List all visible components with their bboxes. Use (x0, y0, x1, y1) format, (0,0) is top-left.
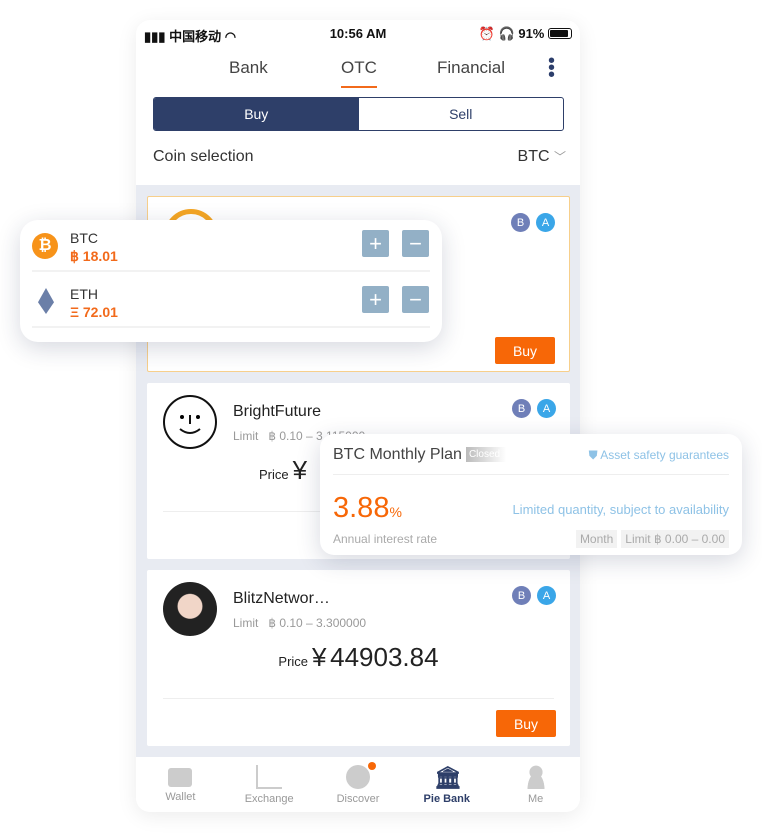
plan-card[interactable]: BTC Monthly Plan Closed ⛊ Asset safety gu… (320, 434, 742, 555)
status-badge: Closed (465, 447, 507, 462)
buy-button[interactable]: Buy (496, 710, 556, 737)
notification-dot (367, 762, 376, 770)
badge-b: B (512, 586, 531, 605)
more-icon[interactable]: • • • (548, 51, 555, 85)
compass-icon (345, 762, 376, 789)
buy-button[interactable]: Buy (495, 337, 555, 364)
balance-popup: ₿ BTC ฿ 18.01 + − ETH Ξ 72.01 + − (20, 220, 442, 342)
coin-selection[interactable]: Coin selection BTC ﹀ (153, 148, 566, 166)
tab-bank[interactable]: Bank (229, 58, 268, 78)
buy-sell-toggle: Buy Sell (153, 97, 564, 131)
user-icon (522, 765, 549, 789)
chevron-down-icon: ﹀ (553, 150, 566, 164)
rate-label: Annual interest rate (333, 532, 438, 546)
top-tabs: Bank OTC Financial • • • (136, 51, 580, 88)
divider (333, 474, 729, 475)
avatar (163, 395, 217, 449)
balance-row-eth: ETH Ξ 72.01 + − (32, 276, 430, 328)
status-bar: ▮▮▮ 中国移动 ◠ 10:56 AM ⏰ 🎧 91% (136, 20, 580, 48)
bottom-nav: Wallet Exchange Discover 🏛 Pie Bank Me (136, 757, 580, 812)
plan-title: BTC Monthly Plan (333, 446, 462, 463)
badge-b: B (511, 213, 530, 232)
wallet-icon (168, 768, 193, 787)
minus-button[interactable]: − (402, 230, 429, 257)
interest-rate: 3.88 (333, 492, 390, 524)
chart-icon (256, 765, 283, 789)
plus-button[interactable]: + (362, 286, 389, 313)
coin-selection-value: BTC (517, 148, 550, 165)
price-currency: ¥ (312, 642, 327, 672)
availability-text: Limited quantity, subject to availabilit… (512, 502, 729, 517)
badge-a: A (536, 213, 555, 232)
limit-label: Limit (233, 429, 259, 443)
tab-otc[interactable]: OTC (341, 58, 377, 88)
plus-button[interactable]: + (362, 230, 389, 257)
price-currency: ¥ (292, 455, 308, 485)
coin-amount: ฿ 18.01 (70, 248, 118, 264)
limit-label: Limit (233, 616, 259, 630)
sell-tab[interactable]: Sell (359, 98, 564, 130)
badge-b: B (512, 399, 531, 418)
alarm-icon: ⏰ 🎧 (478, 26, 519, 41)
nav-me[interactable]: Me (491, 757, 580, 812)
nav-exchange[interactable]: Exchange (225, 757, 314, 812)
price-label: Price (259, 467, 289, 482)
buy-tab[interactable]: Buy (154, 98, 359, 130)
nav-pie-bank[interactable]: 🏛 Pie Bank (402, 757, 491, 812)
balance-row-btc: ₿ BTC ฿ 18.01 + − (32, 220, 430, 272)
battery-percent: 91% (518, 26, 545, 41)
price-value: 44903.84 (330, 642, 439, 672)
phone-screen: ▮▮▮ 中国移动 ◠ 10:56 AM ⏰ 🎧 91% Bank OTC Fin… (136, 20, 580, 812)
battery-icon (548, 28, 572, 39)
price-label: Price (278, 654, 309, 669)
nav-wallet[interactable]: Wallet (136, 757, 225, 812)
nav-discover[interactable]: Discover (314, 757, 403, 812)
limit-tag: Limit ฿ 0.00 – 0.00 (621, 530, 729, 548)
safety-text: Asset safety guarantees (600, 448, 729, 462)
ethereum-icon (38, 288, 54, 314)
coin-symbol: BTC (70, 230, 98, 246)
bitcoin-icon: ₿ (32, 233, 58, 259)
coin-amount: Ξ 72.01 (70, 304, 118, 320)
badge-a: A (537, 399, 556, 418)
shield-icon: ⛊ (588, 448, 598, 462)
minus-button[interactable]: − (402, 286, 429, 313)
offer-card: BlitzNetwor… Limit ฿ 0.10 – 3.300000 Pri… (147, 570, 570, 746)
bank-icon: 🏛 (433, 765, 462, 790)
avatar (163, 582, 217, 636)
badge-a: A (537, 586, 556, 605)
trader-name: BlitzNetwor… (233, 590, 330, 607)
coin-selection-label: Coin selection (153, 148, 254, 165)
coin-symbol: ETH (70, 286, 98, 302)
limit-value: ฿ 0.10 – 3.300000 (268, 616, 367, 630)
period-tag: Month (575, 530, 618, 548)
divider (163, 698, 554, 699)
tab-financial[interactable]: Financial (437, 58, 505, 78)
trader-name: BrightFuture (233, 403, 322, 420)
